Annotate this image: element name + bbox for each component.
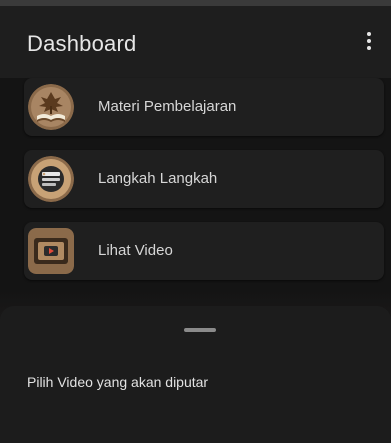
bottom-sheet[interactable]: Pilih Video yang akan diputar [0,306,391,443]
menu-item-label: Langkah Langkah [98,170,218,187]
drag-handle[interactable] [184,328,216,332]
menu-item-materi[interactable]: Materi Pembelajaran [24,78,384,136]
steps-list-icon [28,156,74,202]
menu-list: Materi Pembelajaran Langkah Langkah Liha… [0,78,391,318]
sheet-message: Pilih Video yang akan diputar [27,374,209,390]
app-bar: Dashboard [0,6,391,78]
more-vert-icon[interactable] [361,26,377,56]
book-tree-icon [28,84,74,130]
menu-item-langkah[interactable]: Langkah Langkah [24,150,384,208]
app-screen: Dashboard Materi Pembelajaran Langkah La… [0,0,391,443]
menu-item-label: Lihat Video [98,242,173,259]
menu-item-label: Materi Pembelajaran [98,98,237,115]
menu-item-video[interactable]: Lihat Video [24,222,384,280]
video-play-icon [28,228,74,274]
page-title: Dashboard [27,31,137,56]
